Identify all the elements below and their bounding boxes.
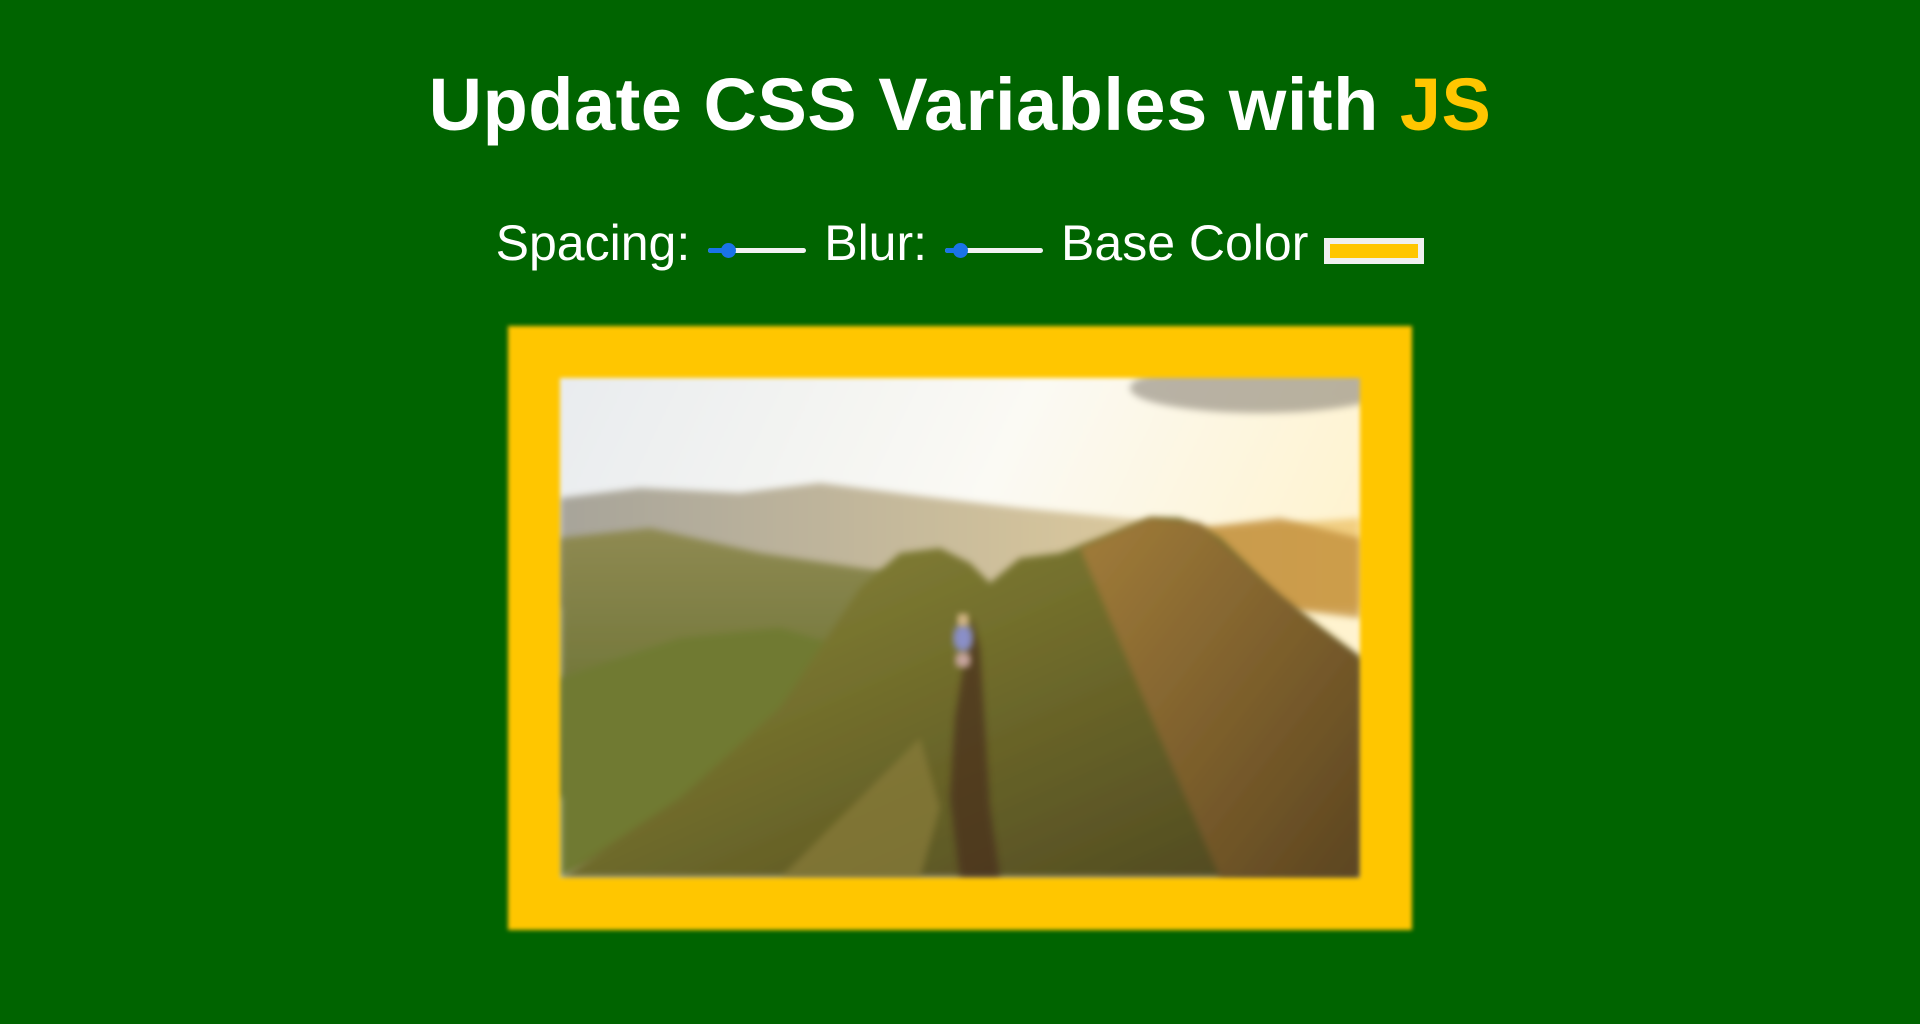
base-color-label: Base Color — [1061, 215, 1309, 271]
title-highlight: JS — [1399, 63, 1492, 146]
page: Update CSS Variables with JS Spacing: Bl… — [0, 0, 1920, 1024]
blur-slider-thumb[interactable] — [952, 243, 968, 258]
mountain-photo — [560, 378, 1360, 878]
title-text: Update CSS Variables with — [428, 63, 1400, 146]
blur-label: Blur: — [824, 215, 928, 271]
base-color-swatch — [1330, 244, 1419, 258]
spacing-slider-thumb[interactable] — [720, 243, 736, 258]
base-color-picker[interactable] — [1324, 238, 1425, 264]
spacing-slider[interactable] — [708, 240, 807, 260]
mountain-ridge-photo-icon — [560, 378, 1360, 878]
page-title: Update CSS Variables with JS — [0, 68, 1920, 142]
controls-bar: Spacing: Blur: Base Color — [0, 218, 1920, 268]
blur-slider[interactable] — [945, 240, 1044, 260]
spacing-label: Spacing: — [495, 215, 691, 271]
image-frame — [508, 326, 1412, 930]
